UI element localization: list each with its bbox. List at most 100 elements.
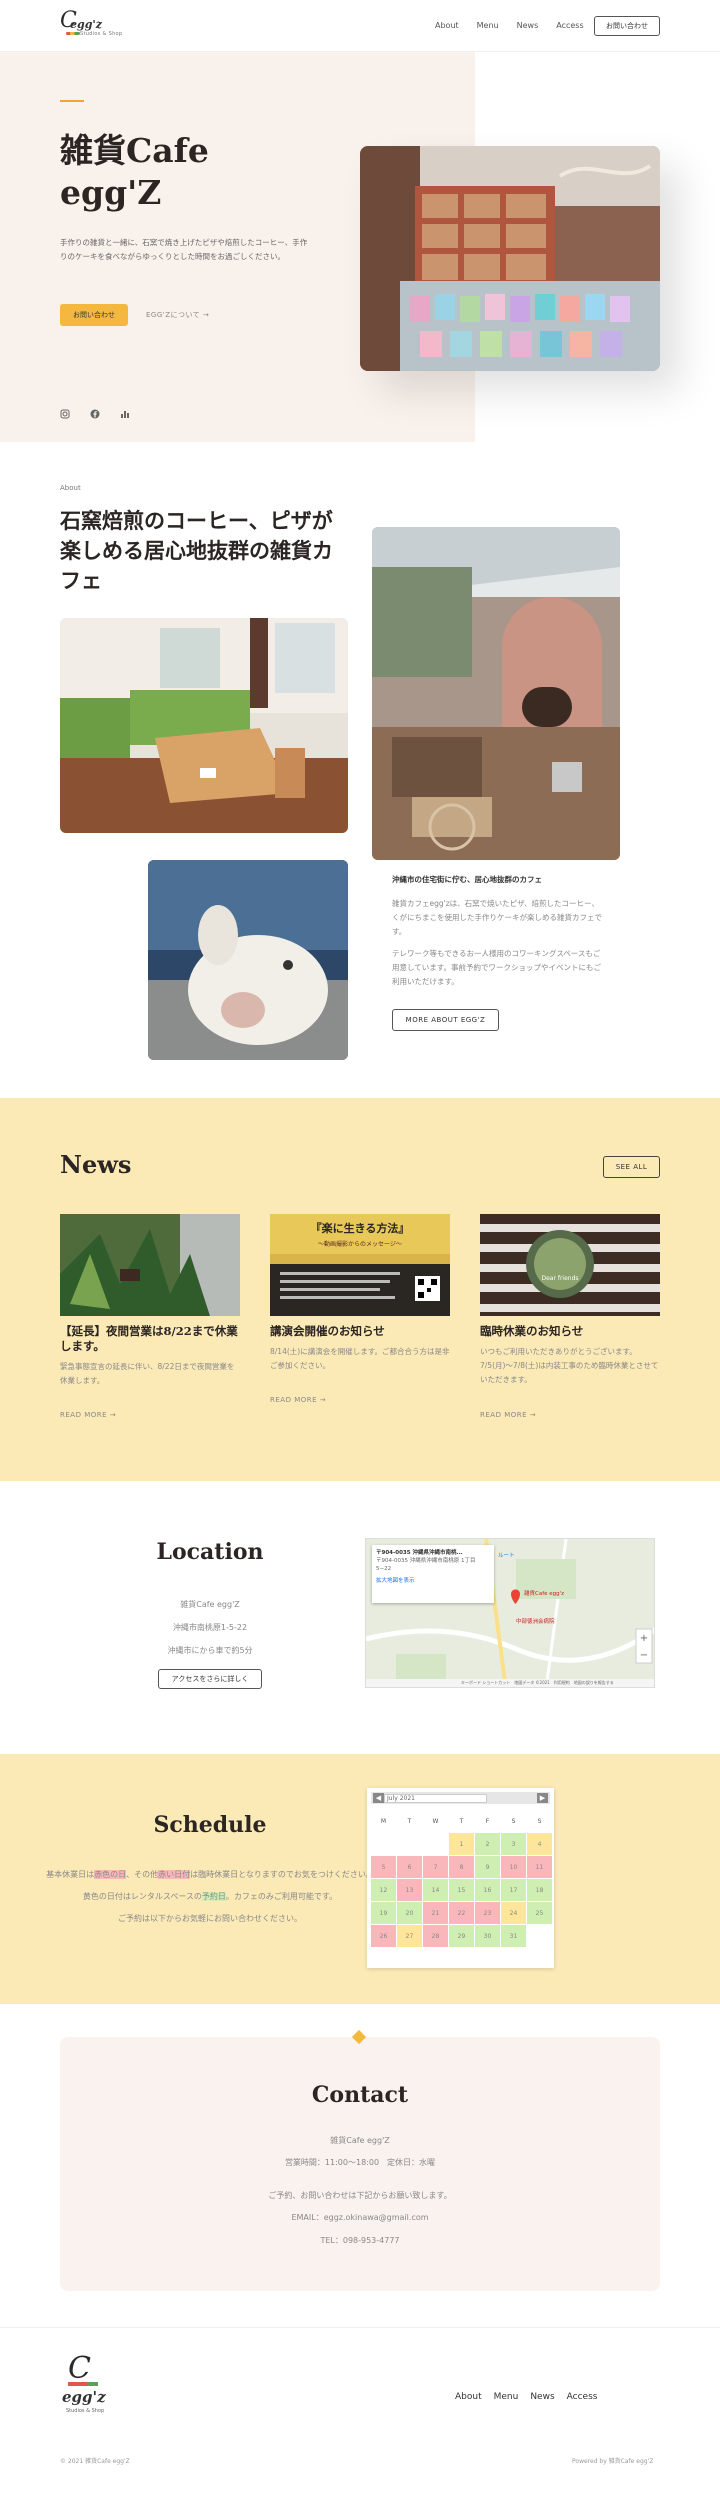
calendar-day[interactable]: 20 xyxy=(397,1902,422,1924)
calendar-header: ◀ July 2021 ▶ xyxy=(371,1792,550,1804)
calendar-day[interactable]: 21 xyxy=(423,1902,448,1924)
news-card-text: 緊急事態宣言の延長に伴い、8/22日まで夜間営業を休業します。 xyxy=(60,1362,235,1385)
instagram-icon[interactable] xyxy=(60,404,70,419)
more-about-button[interactable]: MORE ABOUT EGG'Z xyxy=(392,1009,499,1031)
schedule-calendar: ◀ July 2021 ▶ M T W T F S S 1 2 3 4 5 6 7 8 9 10 11 12 13 14… xyxy=(367,1788,554,1968)
calendar-day xyxy=(423,1833,448,1855)
contact-email[interactable]: EMAIL：eggz.okinawa@gmail.com xyxy=(60,2212,660,2223)
calendar-day[interactable]: 30 xyxy=(475,1925,500,1947)
calendar-day[interactable]: 18 xyxy=(527,1879,552,1901)
contact-tel[interactable]: TEL：098-953-4777 xyxy=(60,2235,660,2246)
nav-access[interactable]: Access xyxy=(556,21,583,30)
news-see-all-button[interactable]: SEE ALL xyxy=(603,1156,660,1178)
news-card-text: いつもご利用いただきありがとうございます。7/5(月)〜7/8(土)は内装工事の… xyxy=(480,1347,659,1384)
hero-about-link[interactable]: EGG'Zについて → xyxy=(146,310,209,320)
calendar-day[interactable]: 24 xyxy=(501,1902,526,1924)
footer-logo[interactable]: C egg'z Studios & Shop xyxy=(60,2350,114,2422)
footer-powered: Powered by 雑貨Cafe egg'Z xyxy=(572,2458,654,2465)
calendar-day[interactable]: 9 xyxy=(475,1856,500,1878)
nav-menu[interactable]: Menu xyxy=(477,21,499,30)
calendar-day[interactable]: 31 xyxy=(501,1925,526,1947)
hero-image-shop-display xyxy=(360,146,660,371)
calendar-day[interactable]: 14 xyxy=(423,1879,448,1901)
location-address: 沖縄市南桃原1-5-22 xyxy=(172,1623,248,1632)
footer-copyright: © 2021 雑貨Cafe egg'Z xyxy=(60,2458,130,2465)
hero-title: 雑貨Cafe egg'Z xyxy=(60,131,209,212)
hero-contact-button[interactable]: お問い合わせ xyxy=(60,304,128,326)
logo-sub: Studios & Shop xyxy=(80,31,123,37)
news-card[interactable]: Dear friends 臨時休業のお知らせ いつもご利用いただきありがとうござ… xyxy=(480,1214,660,1419)
news-card-title: 【延長】夜間営業は8/22まで休業します。 xyxy=(60,1324,238,1353)
footer-nav-about[interactable]: About xyxy=(455,2392,482,2402)
calendar-day[interactable]: 27 xyxy=(397,1925,422,1947)
hero-accent-line xyxy=(60,100,84,102)
cafe-interior-image xyxy=(60,618,348,833)
calendar-day[interactable]: 8 xyxy=(449,1856,474,1878)
storefront-sign-text: Dear friends xyxy=(541,1275,578,1282)
read-more-link[interactable]: READ MORE → xyxy=(270,1396,326,1404)
calendar-day[interactable]: 15 xyxy=(449,1879,474,1901)
read-more-link[interactable]: READ MORE → xyxy=(480,1411,536,1419)
weekday-label: S xyxy=(511,1817,516,1825)
svg-text:C: C xyxy=(68,2351,91,2386)
calendar-day[interactable]: 6 xyxy=(397,1856,422,1878)
calendar-day[interactable]: 12 xyxy=(371,1879,396,1901)
calendar-day[interactable]: 4 xyxy=(527,1833,552,1855)
schedule-note-3: ご予約は以下からお気軽にお問い合わせください。 xyxy=(118,1914,302,1923)
calendar-day[interactable]: 3 xyxy=(501,1833,526,1855)
social-icons xyxy=(60,404,130,419)
about-label: About xyxy=(60,484,81,492)
calendar-day[interactable]: 26 xyxy=(371,1925,396,1947)
hero-section: 雑貨Cafe egg'Z 手作りの雑貨と一緒に、石窯で焼き上げたピザや焙煎したコ… xyxy=(0,52,720,442)
calendar-day[interactable]: 10 xyxy=(501,1856,526,1878)
footer-nav-menu[interactable]: Menu xyxy=(494,2392,519,2402)
map-hospital-label: 中部徳洲会病院 xyxy=(516,1619,555,1625)
footer-logo-text: egg'z xyxy=(62,2388,106,2406)
next-month-icon[interactable]: ▶ xyxy=(537,1793,548,1803)
calendar-day[interactable]: 23 xyxy=(475,1902,500,1924)
calendar-day[interactable]: 13 xyxy=(397,1879,422,1901)
contact-card: Contact 雑貨Cafe egg'Z 営業時間：11:00〜18:00 定休… xyxy=(60,2037,660,2291)
facebook-icon[interactable] xyxy=(90,404,100,419)
calendar-day[interactable]: 22 xyxy=(449,1902,474,1924)
calendar-day[interactable]: 5 xyxy=(371,1856,396,1878)
poster-subtitle: 〜動画撮影からのメッセージ〜 xyxy=(318,1240,402,1248)
calendar-day[interactable]: 7 xyxy=(423,1856,448,1878)
calendar-day[interactable]: 1 xyxy=(449,1833,474,1855)
map-larger-link[interactable]: 拡大地図を表示 xyxy=(376,1577,490,1585)
stats-icon[interactable] xyxy=(120,404,130,418)
svg-text:+: + xyxy=(640,1633,648,1644)
weekday-label: T xyxy=(407,1817,412,1825)
news-card[interactable]: 【延長】夜間営業は8/22まで休業します。 緊急事態宣言の延長に伴い、8/22日… xyxy=(60,1214,240,1419)
read-more-link[interactable]: READ MORE → xyxy=(60,1411,116,1419)
google-map[interactable]: + − 〒904-0035 沖縄県沖縄市南桃... 〒904-0035 沖縄県沖… xyxy=(365,1538,655,1688)
site-logo[interactable]: C egg'z Studios & Shop xyxy=(60,8,124,40)
calendar-day[interactable]: 29 xyxy=(449,1925,474,1947)
calendar-day[interactable]: 19 xyxy=(371,1902,396,1924)
calendar-day[interactable]: 17 xyxy=(501,1879,526,1901)
calendar-day[interactable]: 25 xyxy=(527,1902,552,1924)
map-route-link[interactable]: ルート xyxy=(498,1551,515,1559)
contact-title: Contact xyxy=(311,2082,409,2108)
access-details-button[interactable]: アクセスをさらに詳しく xyxy=(158,1669,262,1689)
schedule-note-2: 黄色の日付はレンタルスペースの予約日。カフェのみご利用可能です。 xyxy=(82,1892,338,1901)
calendar-day[interactable]: 28 xyxy=(423,1925,448,1947)
month-select[interactable]: July 2021 xyxy=(384,1793,487,1803)
nav-news[interactable]: News xyxy=(517,21,539,30)
schedule-section: Schedule 基本休業日は赤色の日、その他赤い日付は臨時休業日となりますので… xyxy=(0,1754,720,2004)
calendar-day[interactable]: 2 xyxy=(475,1833,500,1855)
news-image-plants xyxy=(60,1214,240,1316)
calendar-day[interactable]: 16 xyxy=(475,1879,500,1901)
footer-nav-news[interactable]: News xyxy=(530,2392,554,2402)
header-contact-button[interactable]: お問い合わせ xyxy=(594,16,660,36)
footer-nav-access[interactable]: Access xyxy=(567,2392,598,2402)
prev-month-icon[interactable]: ◀ xyxy=(373,1793,384,1803)
contact-hours: 営業時間：11:00〜18:00 定休日：水曜 xyxy=(284,2158,436,2167)
about-paragraph-2: テレワーク等もできるお一人様用のコワーキングスペースもご用意しています。事前予約… xyxy=(392,949,602,986)
news-card[interactable]: 『楽に生きる方法』 〜動画撮影からのメッセージ〜 講演会開催のお知らせ 8/14… xyxy=(270,1214,450,1404)
calendar-day[interactable]: 11 xyxy=(527,1856,552,1878)
nav-about[interactable]: About xyxy=(435,21,459,30)
footer-nav: About Menu News Access xyxy=(455,2392,609,2402)
map-footer: キーボード ショートカット 地図データ ©2021 利用規約 地図の誤りを報告す… xyxy=(461,1680,614,1685)
weekday-label: T xyxy=(459,1817,464,1825)
